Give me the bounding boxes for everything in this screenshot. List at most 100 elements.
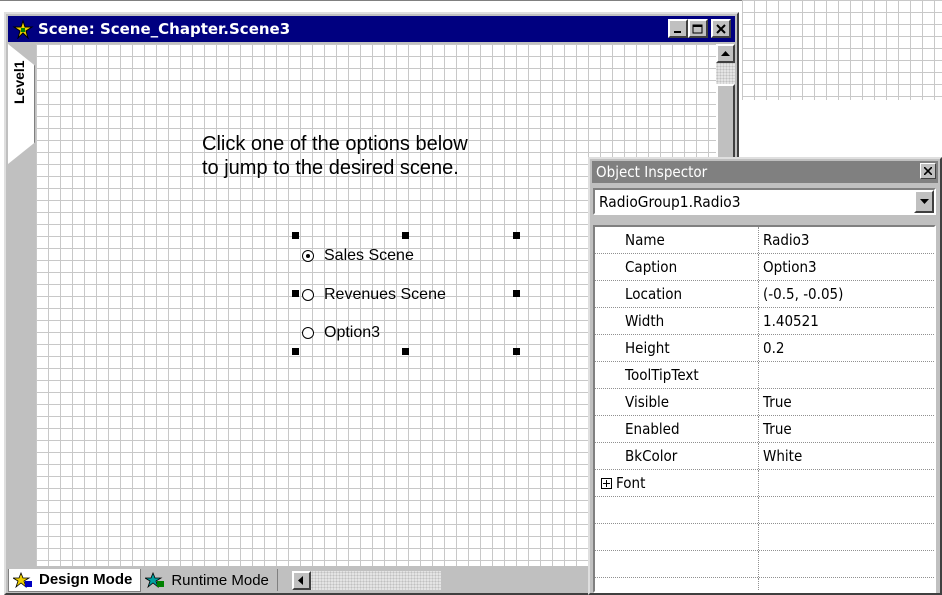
inspector-title-bar[interactable]: Object Inspector [592,161,938,183]
runtime-mode-label: Runtime Mode [171,571,269,589]
design-mode-icon [13,571,33,588]
tab-runtime-mode[interactable]: Runtime Mode [141,569,278,591]
scene-title-bar[interactable]: Scene: Scene_Chapter.Scene3 [8,16,735,42]
property-value [759,551,934,577]
property-name: Caption [595,254,759,280]
property-row-name[interactable]: Name Radio3 [595,227,934,254]
property-value [759,578,934,591]
selection-handle[interactable] [292,290,299,297]
radio-unchecked-icon [302,327,314,339]
property-value[interactable]: Option3 [759,254,934,280]
property-row-bkcolor[interactable]: BkColor White [595,443,934,470]
selection-handle[interactable] [292,348,299,355]
radio-option-label: Sales Scene [324,247,414,264]
property-value[interactable] [759,362,934,388]
close-button[interactable] [711,19,731,38]
runtime-mode-icon [145,572,165,588]
property-row-empty [595,524,934,551]
radio-unchecked-icon [302,289,314,301]
inspector-title: Object Inspector [596,163,708,181]
property-row-tooltiptext[interactable]: ToolTipText [595,362,934,389]
background-separator [0,0,742,4]
scroll-up-button[interactable] [716,44,735,63]
property-value[interactable]: True [759,416,934,442]
left-arrow-icon [298,575,304,585]
property-name: Height [595,335,759,361]
object-selector-value: RadioGroup1.Radio3 [599,192,741,211]
radio-option-label: Revenues Scene [324,286,446,303]
property-value[interactable]: White [759,443,934,469]
property-value[interactable]: True [759,389,934,415]
property-name: BkColor [595,443,759,469]
radio-checked-icon [302,250,314,262]
maximize-icon [692,24,703,33]
property-name [595,578,759,591]
property-name [595,497,759,523]
property-name: Width [595,308,759,334]
up-arrow-icon [721,50,730,56]
object-inspector: Object Inspector RadioGroup1.Radio3 Name… [588,157,942,595]
property-value[interactable]: 1.40521 [759,308,934,334]
scroll-thumb[interactable] [716,84,735,164]
radio-option-revenues[interactable]: Revenues Scene [302,286,446,304]
tab-level1-label: Level1 [11,60,27,104]
property-value[interactable]: (-0.5, -0.05) [759,281,934,307]
selection-handle[interactable] [513,290,520,297]
property-row-width[interactable]: Width 1.40521 [595,308,934,335]
selection-handle[interactable] [513,348,520,355]
property-row-empty [595,551,934,578]
object-selector-dropdown-button[interactable] [914,190,934,213]
property-name: ToolTipText [595,362,759,388]
property-value[interactable] [759,470,934,496]
property-row-empty [595,497,934,524]
background-grid [742,0,942,100]
radio-option-option3[interactable]: Option3 [302,324,380,342]
property-name [595,524,759,550]
selection-handle[interactable] [402,232,409,239]
expand-plus-icon[interactable] [601,477,612,489]
property-grid: Name Radio3 Caption Option3 Location (-0… [593,225,936,593]
property-row-caption[interactable]: Caption Option3 [595,254,934,281]
scene-title: Scene: Scene_Chapter.Scene3 [38,20,291,38]
property-row-font[interactable]: Font [595,470,934,497]
level-tab-strip: Level1 [8,44,35,554]
property-row-height[interactable]: Height 0.2 [595,335,934,362]
property-name: Font [595,470,759,496]
design-mode-label: Design Mode [39,571,133,588]
radio-group[interactable]: Sales Scene Revenues Scene Option3 [292,232,520,355]
horizontal-scroll-track[interactable] [310,570,441,590]
property-value[interactable]: Radio3 [759,227,934,253]
instruction-text[interactable]: Click one of the options below to jump t… [202,132,468,180]
close-icon [716,23,726,34]
minimize-icon [674,30,681,33]
minimize-button[interactable] [668,19,688,38]
selection-handle[interactable] [292,232,299,239]
property-value [759,524,934,550]
property-name: Name [595,227,759,253]
selection-handle[interactable] [513,232,520,239]
property-value [759,497,934,523]
scroll-left-button[interactable] [291,570,311,590]
property-name: Visible [595,389,759,415]
property-row-location[interactable]: Location (-0.5, -0.05) [595,281,934,308]
tab-level1[interactable]: Level1 [8,44,35,164]
property-name: Enabled [595,416,759,442]
property-value[interactable]: 0.2 [759,335,934,361]
radio-option-label: Option3 [324,324,381,341]
instruction-line-1: Click one of the options below [202,133,468,155]
object-selector[interactable]: RadioGroup1.Radio3 [593,188,936,215]
instruction-line-2: to jump to the desired scene. [202,157,459,179]
tab-design-mode[interactable]: Design Mode [8,568,142,592]
property-row-visible[interactable]: Visible True [595,389,934,416]
property-row-enabled[interactable]: Enabled True [595,416,934,443]
property-name: Location [595,281,759,307]
close-icon [924,167,932,175]
selection-handle[interactable] [402,348,409,355]
property-name [595,551,759,577]
property-row-empty [595,578,934,591]
chevron-down-icon [919,198,929,204]
radio-option-sales[interactable]: Sales Scene [302,247,414,265]
scene-app-icon [12,18,34,40]
maximize-button[interactable] [688,19,708,38]
inspector-close-button[interactable] [920,163,936,179]
